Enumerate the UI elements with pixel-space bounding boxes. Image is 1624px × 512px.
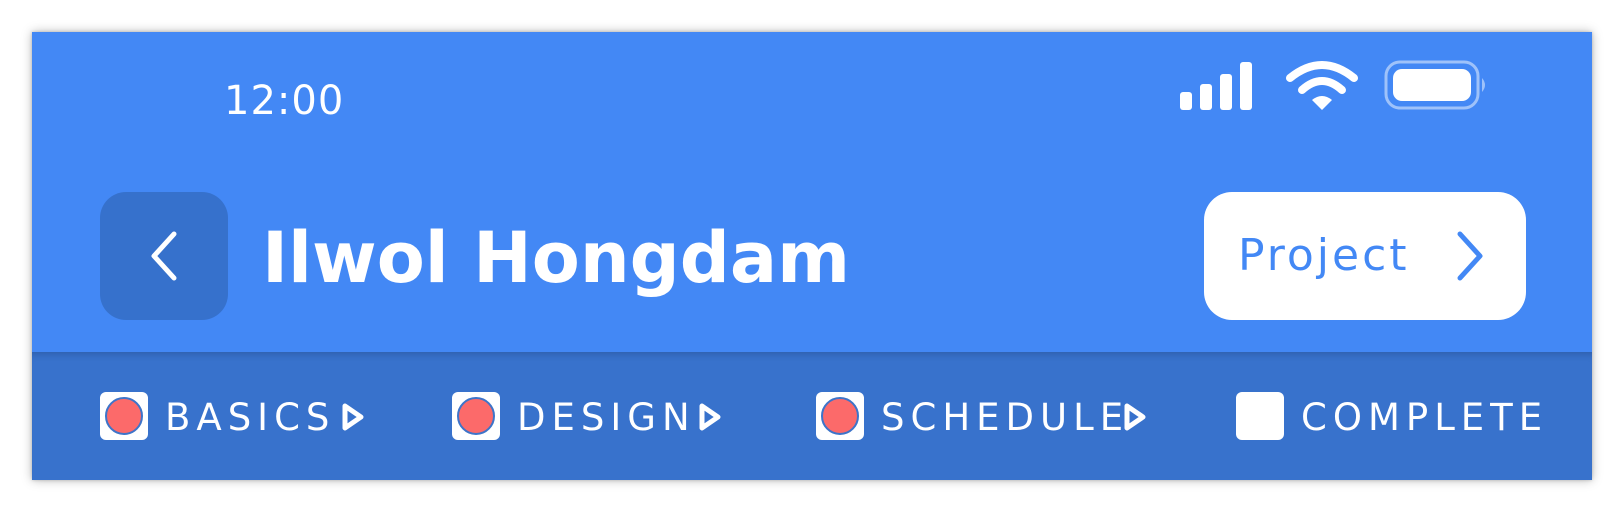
step-design-checkbox[interactable] <box>452 392 500 440</box>
back-button[interactable] <box>100 192 228 320</box>
step-basics-label[interactable]: BASICS <box>165 396 335 440</box>
step-progress-bar: BASICS DESIGN SCHEDULE COMPLETE <box>32 352 1592 480</box>
chevron-left-icon <box>151 231 177 281</box>
project-button-label: Project <box>1238 230 1410 281</box>
status-time: 12:00 <box>224 78 345 124</box>
step-complete-dot <box>821 397 859 435</box>
step-complete-dot <box>105 397 143 435</box>
project-button[interactable]: Project <box>1204 192 1526 320</box>
app-screen: 12:00 Ilwol Hongdam Project BASICS DESIG… <box>32 32 1592 480</box>
cellular-signal-icon <box>1180 62 1252 110</box>
play-arrow-icon <box>699 403 721 431</box>
step-design-label[interactable]: DESIGN <box>517 396 696 440</box>
chevron-right-icon <box>1457 231 1483 281</box>
step-complete-checkbox[interactable] <box>1236 392 1284 440</box>
step-complete-dot <box>457 397 495 435</box>
step-schedule-label[interactable]: SCHEDULE <box>881 396 1129 440</box>
battery-icon <box>1384 60 1485 110</box>
step-schedule-checkbox[interactable] <box>816 392 864 440</box>
play-arrow-icon <box>1124 403 1146 431</box>
step-complete-label[interactable]: COMPLETE <box>1301 396 1548 440</box>
wifi-icon <box>1286 61 1358 110</box>
play-arrow-icon <box>342 403 364 431</box>
page-title: Ilwol Hongdam <box>262 217 851 299</box>
step-basics-checkbox[interactable] <box>100 392 148 440</box>
